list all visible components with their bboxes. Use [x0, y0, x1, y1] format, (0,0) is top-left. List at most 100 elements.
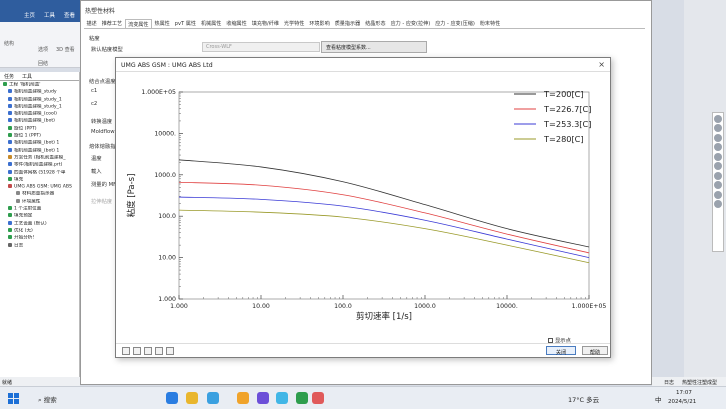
ribbon-item-options[interactable]: 选项: [38, 46, 48, 53]
tree-item[interactable]: 方案任务 (相机前盖建模_: [2, 154, 77, 162]
tree-item[interactable]: 四面体网格 (51928 个单: [2, 169, 77, 177]
app-icon-1[interactable]: [257, 392, 269, 404]
weather-status[interactable]: 17°C 多云: [568, 394, 599, 404]
pan-icon[interactable]: [714, 124, 722, 132]
tree-item[interactable]: UMG ABS GSM: UMG ABS: [2, 184, 77, 191]
series-line: [178, 209, 590, 264]
extensional-viscosity-option[interactable]: 拉伸粘度: [91, 197, 112, 205]
tree-node-icon: [8, 140, 12, 145]
tab-tools-panel[interactable]: 工具: [18, 72, 36, 80]
tab-view[interactable]: 查看: [64, 11, 75, 19]
y-tick-label: 1000.0: [154, 172, 176, 179]
view-coefficients-button[interactable]: 查看粘度模型系数...: [321, 41, 427, 53]
tree-node-icon: [8, 118, 12, 123]
save-icon[interactable]: [144, 347, 152, 355]
property-tab[interactable]: 环境影响: [307, 19, 332, 28]
tree-item[interactable]: 相机前盖建模_study_1: [2, 103, 77, 111]
series-line: [178, 196, 590, 258]
tree-item[interactable]: 相机前盖建模_(bot): [2, 118, 77, 125]
tree-item-label: 材料质量指示器: [22, 191, 55, 197]
light-icon[interactable]: [714, 190, 722, 199]
viscosity-model-field[interactable]: Cross-WLF: [202, 42, 320, 52]
copy-icon[interactable]: [122, 347, 130, 355]
tree-item[interactable]: 相机前盖建模_study: [2, 89, 77, 96]
tree-item[interactable]: 零件(相机前盖建模.prt): [2, 162, 77, 169]
properties-icon[interactable]: [155, 347, 163, 355]
rotate-icon[interactable]: [714, 133, 722, 142]
tree-item[interactable]: 旋位 (PPT): [2, 125, 77, 133]
chat-icon[interactable]: [207, 392, 219, 404]
measure-icon[interactable]: [714, 162, 722, 170]
property-tab[interactable]: 粉末特性: [477, 19, 502, 28]
help-button[interactable]: 帮助: [582, 346, 608, 356]
file-explorer-icon[interactable]: [186, 392, 198, 404]
clock-time[interactable]: 17:07: [676, 390, 692, 396]
tree-item[interactable]: 相机前盖建模_study_1: [2, 96, 77, 104]
print-icon[interactable]: [166, 347, 174, 355]
tree-node-icon: [8, 242, 12, 247]
app-icon-3[interactable]: [296, 392, 308, 404]
ribbon-item-local[interactable]: 回结: [38, 60, 48, 67]
load-label: 载入: [91, 169, 102, 175]
tree-item[interactable]: 工程 '相机前盖': [2, 82, 77, 89]
tree-node-icon: [8, 111, 12, 116]
section-icon[interactable]: [714, 181, 722, 189]
property-tab[interactable]: 应力 - 应变(压缩): [433, 19, 478, 28]
property-tab[interactable]: 结晶形态: [363, 19, 388, 28]
ime-indicator[interactable]: 中: [655, 394, 662, 404]
property-tab[interactable]: pvT 属性: [172, 19, 198, 28]
tab-tools[interactable]: 工具: [44, 11, 55, 19]
y-tick-label: 100.0: [158, 213, 176, 220]
select-icon[interactable]: [714, 152, 722, 161]
log-status[interactable]: 日志: [664, 379, 674, 386]
c1-label: c1: [91, 88, 98, 94]
ribbon-item-3d-view[interactable]: 3D 查看: [56, 46, 75, 53]
home-view-icon[interactable]: [714, 171, 722, 180]
legend-label: T=200[C]: [543, 89, 584, 99]
transition-label: 转换温度: [91, 119, 113, 125]
tree-item[interactable]: 相机前盖建模_(bot) 1: [2, 147, 77, 155]
property-tab[interactable]: 机械属性: [198, 19, 223, 28]
taskbar: ⌕ 搜索 17°C 多云 中 17:07 2024/5/21: [0, 386, 726, 409]
tree-item[interactable]: 材料质量指示器: [2, 191, 77, 198]
tree-item[interactable]: 工艺设置 (默认): [2, 220, 77, 228]
property-tab[interactable]: 光学特性: [281, 19, 306, 28]
tree-item-label: 日志: [14, 243, 24, 249]
windows-start-icon[interactable]: [8, 393, 19, 404]
ribbon-item-structure[interactable]: 结构: [4, 40, 14, 47]
tab-tasks[interactable]: 任务: [0, 72, 18, 80]
tree-item[interactable]: 相机前盖建模_(cool): [2, 111, 77, 118]
property-tab[interactable]: 热属性: [152, 19, 172, 28]
close-button[interactable]: 关闭: [546, 346, 576, 356]
tree-item[interactable]: 开始分析!: [2, 235, 77, 242]
taskbar-search[interactable]: ⌕ 搜索: [32, 391, 142, 406]
tree-item[interactable]: 填充预定: [2, 213, 77, 220]
tree-item[interactable]: 环境属性: [2, 198, 77, 206]
export-icon[interactable]: [133, 347, 141, 355]
edge-icon[interactable]: [166, 392, 178, 404]
tree-item[interactable]: 日志: [2, 242, 77, 250]
zoom-icon[interactable]: [714, 114, 722, 123]
property-tab[interactable]: 应力 - 应变(拉伸): [388, 19, 433, 28]
property-tab[interactable]: 质量指示器: [332, 19, 362, 28]
tree-item[interactable]: 优化 (无): [2, 227, 77, 235]
moldflow-icon[interactable]: [237, 392, 249, 404]
property-tab[interactable]: 填充物/纤维: [249, 19, 281, 28]
tree-item[interactable]: 旋位 1 (PPT): [2, 133, 77, 140]
tab-home[interactable]: 主页: [24, 11, 35, 19]
clock-date[interactable]: 2024/5/21: [668, 399, 696, 405]
tree-item[interactable]: 填充: [2, 176, 77, 184]
tree-item[interactable]: 相机前盖建模_(bot) 1: [2, 140, 77, 147]
property-tab[interactable]: 推荐工艺: [99, 19, 124, 28]
tree-node-icon: [8, 103, 12, 108]
tree-item-label: 相机前盖建模_(cool): [14, 111, 57, 117]
app-icon-2[interactable]: [276, 392, 288, 404]
tree-item[interactable]: 1 个注射位置: [2, 206, 77, 213]
property-tab[interactable]: 流变属性: [124, 19, 152, 28]
dialog-title: 热塑性材料: [85, 8, 116, 15]
property-tab[interactable]: 收缩属性: [224, 19, 249, 28]
app-icon-4[interactable]: [312, 392, 324, 404]
fit-icon[interactable]: [714, 143, 722, 151]
property-tab[interactable]: 描述: [84, 19, 99, 28]
axis-icon[interactable]: [714, 200, 722, 208]
